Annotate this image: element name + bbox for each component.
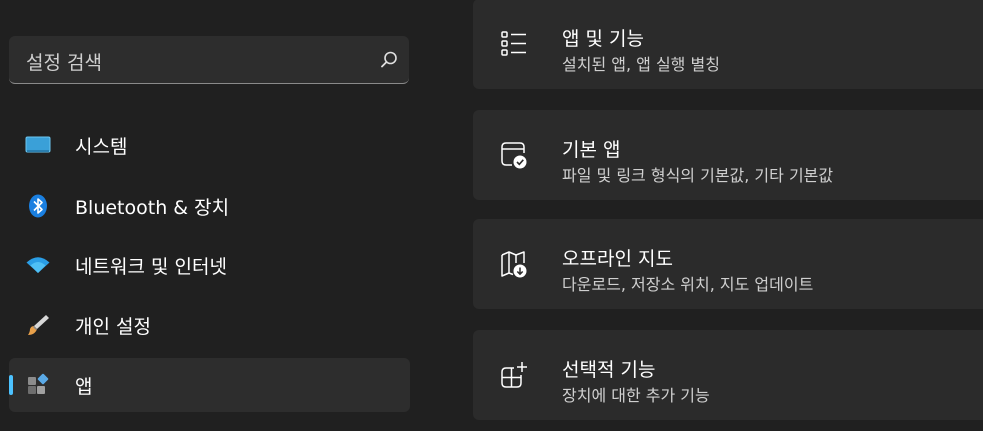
brush-icon [28, 315, 49, 335]
sidebar-item-label: Bluetooth & 장치 [75, 197, 230, 219]
sidebar: 설정 검색 시스템 Bluetooth & 장치 네트워크 및 인터넷 개인 설… [0, 0, 420, 431]
add-feature-icon [501, 362, 527, 388]
card-subtitle: 장치에 대한 추가 기능 [562, 386, 710, 405]
settings-window: 설정 검색 시스템 Bluetooth & 장치 네트워크 및 인터넷 개인 설… [0, 0, 983, 431]
apps-icon [28, 373, 49, 394]
sidebar-item-personalization[interactable]: 개인 설정 [9, 298, 410, 352]
card-title: 오프라인 지도 [562, 248, 673, 270]
search-input[interactable]: 설정 검색 [26, 48, 102, 75]
map-download-icon [501, 251, 527, 278]
card-subtitle: 설치된 앱, 앱 실행 별칭 [562, 55, 720, 74]
selection-indicator [9, 375, 13, 395]
card-optional-features[interactable]: 선택적 기능 장치에 대한 추가 기능 [473, 330, 983, 420]
wifi-icon [26, 257, 50, 273]
sidebar-item-label: 개인 설정 [75, 316, 151, 338]
sidebar-item-label: 시스템 [75, 136, 128, 158]
card-title: 앱 및 기능 [562, 28, 644, 50]
list-icon [501, 31, 526, 56]
card-apps-features[interactable]: 앱 및 기능 설치된 앱, 앱 실행 별칭 [473, 0, 983, 89]
sidebar-item-label: 네트워크 및 인터넷 [75, 256, 227, 278]
card-subtitle: 다운로드, 저장소 위치, 지도 업데이트 [562, 275, 814, 294]
sidebar-item-apps[interactable]: 앱 [9, 358, 410, 412]
card-subtitle: 파일 및 링크 형식의 기본값, 기타 기본값 [562, 166, 834, 185]
search-box[interactable]: 설정 검색 [9, 36, 409, 84]
card-title: 기본 앱 [562, 139, 621, 161]
default-app-check-icon [501, 142, 527, 169]
sidebar-item-network[interactable]: 네트워크 및 인터넷 [9, 238, 410, 292]
sidebar-item-system[interactable]: 시스템 [9, 118, 410, 172]
card-title: 선택적 기능 [562, 359, 656, 381]
card-offline-maps[interactable]: 오프라인 지도 다운로드, 저장소 위치, 지도 업데이트 [473, 219, 983, 309]
monitor-icon [25, 136, 51, 153]
card-default-apps[interactable]: 기본 앱 파일 및 링크 형식의 기본값, 기타 기본값 [473, 110, 983, 200]
sidebar-item-label: 앱 [75, 376, 93, 398]
bluetooth-icon [29, 194, 47, 218]
search-icon[interactable] [379, 50, 399, 70]
sidebar-item-bluetooth[interactable]: Bluetooth & 장치 [9, 179, 410, 233]
